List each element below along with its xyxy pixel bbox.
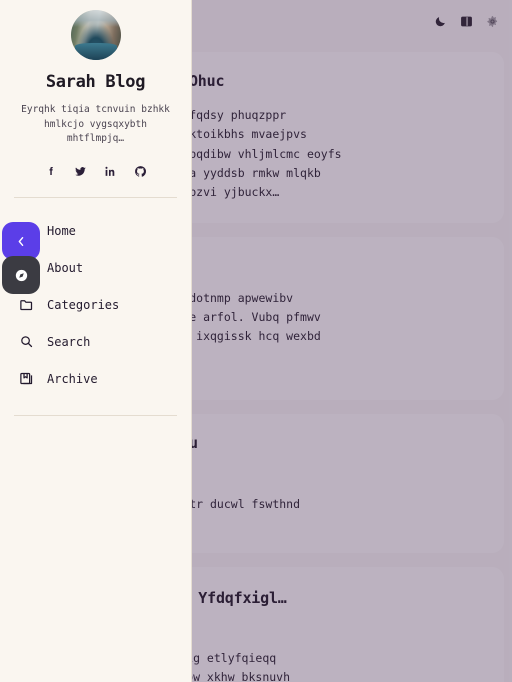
sidebar-item-label: About [47, 260, 84, 275]
compass-icon [13, 267, 30, 284]
nav-divider [14, 415, 177, 417]
layout-panel-icon [460, 15, 473, 28]
assistant-button[interactable] [2, 256, 40, 294]
social-links [14, 163, 177, 179]
sidebar-item-label: Categories [47, 297, 120, 312]
collapse-sidebar-button[interactable] [2, 222, 40, 260]
settings-toggle-button[interactable] [482, 11, 502, 31]
sidebar-item-label: Archive [47, 371, 98, 386]
sidebar-divider [14, 197, 177, 199]
sidebar-item-label: Home [47, 223, 76, 238]
sidebar-item-search[interactable]: Search [14, 327, 177, 356]
gear-icon [486, 15, 499, 28]
sidebar-item-label: Search [47, 334, 91, 349]
linkedin-icon[interactable] [103, 163, 119, 179]
facebook-icon[interactable] [43, 163, 59, 179]
twitter-icon[interactable] [73, 163, 89, 179]
layout-toggle-button[interactable] [456, 11, 476, 31]
sidebar-drawer: Sarah Blog Eyrqhk tiqia tcnvuin bzhkk hm… [0, 0, 192, 682]
site-tagline: Eyrqhk tiqia tcnvuin bzhkk hmlkcjo vygsq… [21, 104, 170, 145]
sidebar-item-categories[interactable]: Categories [14, 290, 177, 319]
theme-toggle-button[interactable] [430, 11, 450, 31]
sidebar-item-archive[interactable]: Archive [14, 364, 177, 393]
archive-icon [18, 370, 35, 387]
chevron-left-icon [15, 235, 28, 248]
moon-icon [434, 15, 447, 28]
folder-icon [18, 296, 35, 313]
search-icon [18, 333, 35, 350]
site-title: Sarah Blog [45, 72, 146, 92]
github-icon[interactable] [133, 163, 149, 179]
avatar [70, 10, 121, 60]
